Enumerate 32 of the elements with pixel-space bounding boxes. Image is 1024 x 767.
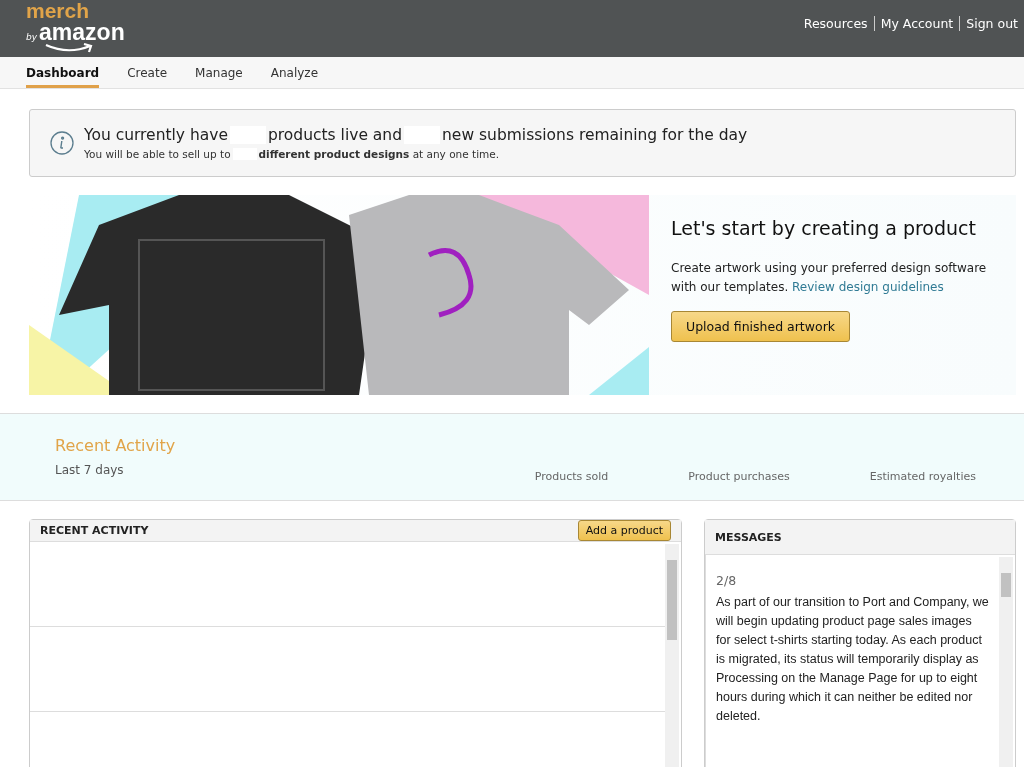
logo-text: by [26, 33, 38, 42]
scrollbar[interactable] [665, 544, 679, 767]
nav-tab[interactable]: Create [127, 57, 168, 88]
nav-tab[interactable]: Manage [195, 57, 243, 88]
notice-text: new submissions remaining for the day [442, 126, 748, 144]
hero-title: Let's start by creating a product [671, 217, 977, 239]
header-link[interactable]: Sign out [960, 16, 1024, 31]
notice-text: products live and [268, 126, 403, 144]
notice-text: You currently have [84, 126, 228, 144]
upload-button[interactable]: Upload finished artwork [671, 311, 851, 342]
guidelines-link[interactable]: Review design guidelines [792, 280, 944, 294]
header-link[interactable]: Resources [797, 16, 874, 31]
summary-title: Recent Activity [55, 436, 176, 455]
metric-label: Products sold [534, 470, 609, 483]
info-icon [50, 131, 74, 155]
scrollbar[interactable] [999, 557, 1013, 767]
period-label: Last 7 days [55, 463, 125, 477]
hero-text: Create artwork using your preferred design software with our templates. Review design guidelines [671, 260, 988, 296]
nav-tab[interactable]: Dashboard [26, 57, 100, 88]
logo-text: merch [26, 0, 91, 21]
notice-subtext: You will be able to sell up to [84, 148, 231, 160]
message-counter: 2/8 [716, 573, 738, 588]
notice-subtext: different product designs at any one time. [258, 148, 500, 160]
nav-tab[interactable]: Analyze [270, 57, 319, 88]
metric-label: Estimated royalties [869, 470, 976, 483]
logo-text: amazon [39, 21, 125, 44]
metric-label: Product purchases [688, 470, 790, 483]
panel-title: RECENT ACTIVITY [40, 524, 149, 537]
add-product-button[interactable]: Add a product [577, 520, 671, 541]
panel-title: MESSAGES [715, 530, 782, 544]
header-link[interactable]: My Account [874, 16, 960, 31]
message-text: As part of our transition to Port and Company, we will begin updating product page sales images for select t-shirts starting today. As each product is migrated, its status will temporarily display as Processing on the Manage Page for up to eight hours during which it can neither be edited nor deleted. [716, 594, 989, 725]
